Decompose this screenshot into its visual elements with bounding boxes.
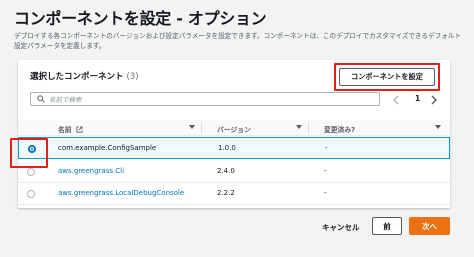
column-divider — [201, 123, 202, 133]
back-button[interactable]: 前 — [372, 217, 402, 235]
configure-component-button[interactable]: コンポーネントを設定 — [339, 68, 435, 86]
row-version: 2.4.0 — [217, 167, 235, 175]
search-icon — [37, 95, 45, 103]
row-name[interactable]: aws.greengrass.LocalDebugConsole — [58, 189, 184, 197]
column-header-name[interactable]: 名前 — [58, 124, 83, 134]
row-version: 2.2.2 — [217, 189, 235, 197]
panel-title-label: 選択したコンポーネント — [30, 72, 124, 82]
search-field[interactable] — [30, 92, 380, 106]
page-number[interactable]: 1 — [415, 94, 420, 103]
sort-caret-icon[interactable] — [296, 124, 302, 130]
row-modified: - — [325, 144, 328, 152]
next-button[interactable]: 次へ — [409, 217, 450, 235]
column-divider — [308, 123, 309, 133]
column-header-version[interactable]: バージョン — [217, 124, 251, 134]
chevron-right-icon[interactable] — [430, 95, 438, 105]
column-header-name-label: 名前 — [58, 126, 72, 134]
component-count: (3) — [126, 72, 139, 82]
row-modified: - — [324, 189, 327, 197]
sort-caret-icon[interactable] — [189, 124, 195, 130]
cancel-button[interactable]: キャンセル — [322, 222, 360, 233]
table-row[interactable]: aws.greengrass.Cli 2.4.0 - — [18, 161, 450, 183]
table-header: 名前 バージョン 変更済み? — [18, 120, 450, 136]
search-input[interactable] — [49, 94, 369, 105]
row-version: 1.0.0 — [218, 144, 236, 152]
selected-components-panel: 選択したコンポーネント (3) コンポーネントを設定 1 名前 — [18, 60, 450, 208]
page-description: デプロイする各コンポーネントのバージョンおよび設定パラメータを設定できます。コン… — [14, 32, 462, 50]
page-title: コンポーネントを設定 - オプション — [14, 9, 267, 28]
row-name[interactable]: aws.greengrass.Cli — [58, 167, 124, 175]
chevron-left-icon[interactable] — [392, 95, 400, 105]
table-row[interactable]: com.example.ConfigSample 1.0.0 - — [18, 137, 450, 159]
panel-title: 選択したコンポーネント (3) — [30, 70, 139, 82]
sort-caret-icon[interactable] — [435, 124, 441, 130]
row-radio[interactable] — [27, 190, 35, 198]
row-name: com.example.ConfigSample — [58, 144, 157, 152]
row-radio-selected[interactable] — [28, 145, 36, 153]
table-row[interactable]: aws.greengrass.LocalDebugConsole 2.2.2 - — [18, 183, 450, 205]
row-radio[interactable] — [27, 168, 35, 176]
column-header-modified[interactable]: 変更済み? — [324, 124, 355, 134]
external-link-icon — [76, 126, 83, 133]
row-modified: - — [324, 167, 327, 175]
pagination: 1 — [392, 94, 442, 106]
